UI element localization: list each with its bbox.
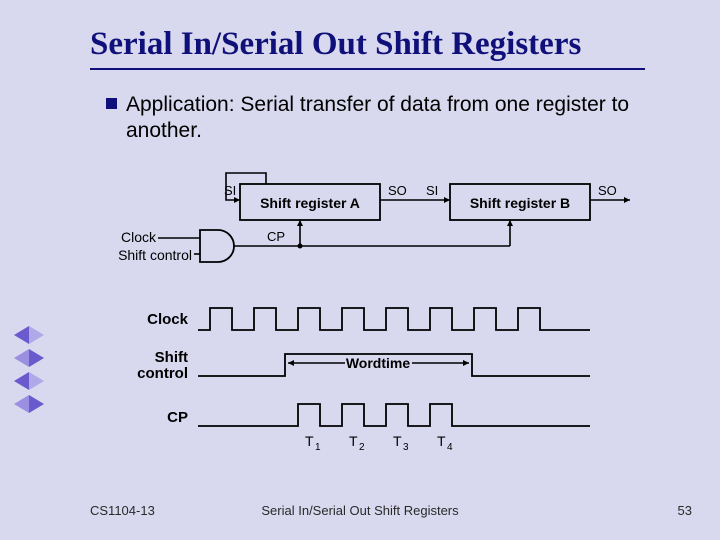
label-cp-wire: CP — [267, 229, 285, 244]
label-shift-control-in: Shift control — [118, 247, 192, 263]
title-underline — [90, 68, 645, 70]
slide: Serial In/Serial Out Shift Registers App… — [0, 0, 720, 540]
label-si-a: SI — [224, 183, 236, 198]
label-reg-b: Shift register B — [470, 195, 570, 211]
timing-control-label: control — [137, 365, 188, 382]
t2-sub: 2 — [359, 442, 365, 453]
footer-page-number: 53 — [678, 503, 692, 518]
label-reg-a: Shift register A — [260, 195, 360, 211]
t3-label: T — [393, 433, 402, 449]
t3-sub: 3 — [403, 442, 409, 453]
label-so-b: SO — [598, 183, 617, 198]
timing-cp-label: CP — [167, 409, 188, 426]
footer-center: Serial In/Serial Out Shift Registers — [0, 503, 720, 518]
wordtime-label: Wordtime — [346, 355, 411, 371]
bullet-square-icon — [106, 98, 117, 109]
t1-sub: 1 — [315, 442, 321, 453]
timing-shift-label: Shift — [155, 349, 188, 366]
decorative-triangles-icon — [14, 326, 44, 418]
label-si-b: SI — [426, 183, 438, 198]
t1-label: T — [305, 433, 314, 449]
t4-label: T — [437, 433, 446, 449]
timing-diagram: Clock Shift control Wordtime CP T 1 T 2 … — [110, 300, 640, 480]
timing-clock-label: Clock — [147, 311, 189, 328]
label-so-a: SO — [388, 183, 407, 198]
block-diagram: SI Shift register A SO SI Shift register… — [110, 168, 670, 278]
bullet-text: Application: Serial transfer of data fro… — [126, 92, 646, 143]
t2-label: T — [349, 433, 358, 449]
t4-sub: 4 — [447, 442, 453, 453]
page-title: Serial In/Serial Out Shift Registers — [90, 26, 581, 63]
label-clock-in: Clock — [121, 229, 157, 245]
